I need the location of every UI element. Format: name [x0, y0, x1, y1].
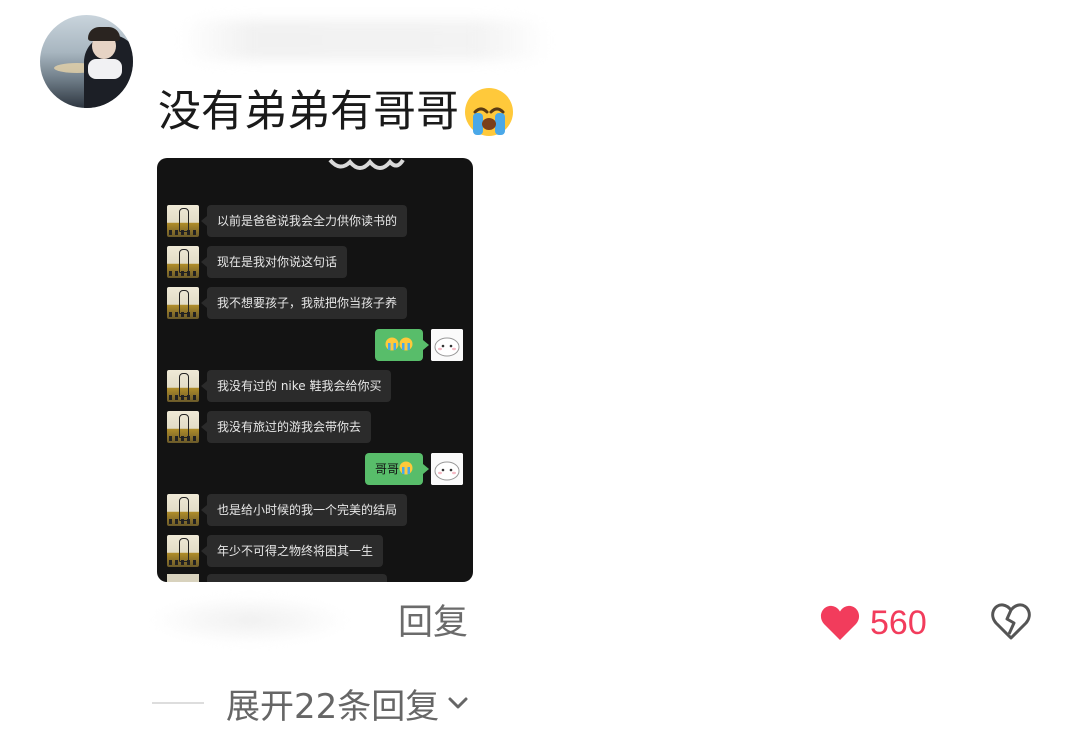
- broken-heart-icon[interactable]: [990, 600, 1032, 642]
- self-avatar: [431, 329, 463, 361]
- expand-replies-label: 展开22条回复: [226, 686, 440, 727]
- chat-message-row: 哥哥: [157, 453, 473, 486]
- comment-body: 没有弟弟有哥哥: [158, 87, 459, 137]
- contact-avatar: [167, 205, 199, 237]
- chat-message-row-cutoff: [157, 572, 473, 582]
- chat-message-row: 我不想要孩子，我就把你当孩子养: [157, 287, 473, 320]
- crying-face-icon: [399, 461, 413, 475]
- chat-bubble-self: [375, 329, 429, 361]
- self-avatar: [431, 453, 463, 485]
- contact-avatar: [167, 246, 199, 278]
- chat-bubble: 以前是爸爸说我会全力供你读书的: [200, 205, 408, 237]
- decorative-ornament: [328, 158, 405, 170]
- chat-bubble: 我不想要孩子，我就把你当孩子养: [200, 287, 408, 319]
- chat-bubble-self: 哥哥: [364, 453, 430, 485]
- contact-avatar: [167, 411, 199, 443]
- chat-bubble: 现在是我对你说这句话: [200, 246, 348, 278]
- contact-avatar: [167, 535, 199, 567]
- like-count: 560: [870, 603, 927, 642]
- contact-avatar: [167, 287, 199, 319]
- chat-bubble-text: 哥哥: [374, 462, 399, 476]
- chat-message-row: 我没有过的 nike 鞋我会给你买: [157, 370, 473, 403]
- reply-button[interactable]: 回复: [398, 600, 468, 646]
- contact-avatar: [167, 494, 199, 526]
- crying-face-icon: [385, 337, 399, 351]
- expand-replies-button[interactable]: 展开22条回复: [152, 680, 471, 727]
- chat-message-row: [157, 329, 473, 362]
- chat-bubble: 我没有过的 nike 鞋我会给你买: [200, 370, 392, 402]
- comment-text: 没有弟弟有哥哥: [158, 82, 515, 142]
- chat-bubble: 年少不可得之物终将困其一生: [200, 535, 384, 567]
- chat-message-row: 现在是我对你说这句话: [157, 246, 473, 279]
- chat-bubble: 我没有旅过的游我会带你去: [200, 411, 372, 443]
- username-blurred: [180, 20, 550, 60]
- crying-face-icon: [399, 337, 413, 351]
- like-button[interactable]: 560: [820, 600, 927, 646]
- chat-message-row: 也是给小时候的我一个完美的结局: [157, 494, 473, 527]
- avatar[interactable]: [40, 15, 133, 108]
- chat-bubble: 也是给小时候的我一个完美的结局: [200, 494, 408, 526]
- timestamp-blurred: [150, 595, 350, 645]
- chevron-down-icon: [448, 697, 468, 709]
- loudly-crying-face-icon: [465, 88, 513, 136]
- heart-icon: [820, 605, 860, 640]
- chat-message-row: 年少不可得之物终将困其一生: [157, 535, 473, 568]
- chat-message-row: 我没有旅过的游我会带你去: [157, 411, 473, 444]
- chat-screenshot-image[interactable]: 以前是爸爸说我会全力供你读书的 现在是我对你说这句话 我不想要孩子，我就把你当孩…: [157, 158, 473, 582]
- chat-message-row: 以前是爸爸说我会全力供你读书的: [157, 205, 473, 238]
- contact-avatar: [167, 370, 199, 402]
- divider-line: [152, 702, 204, 704]
